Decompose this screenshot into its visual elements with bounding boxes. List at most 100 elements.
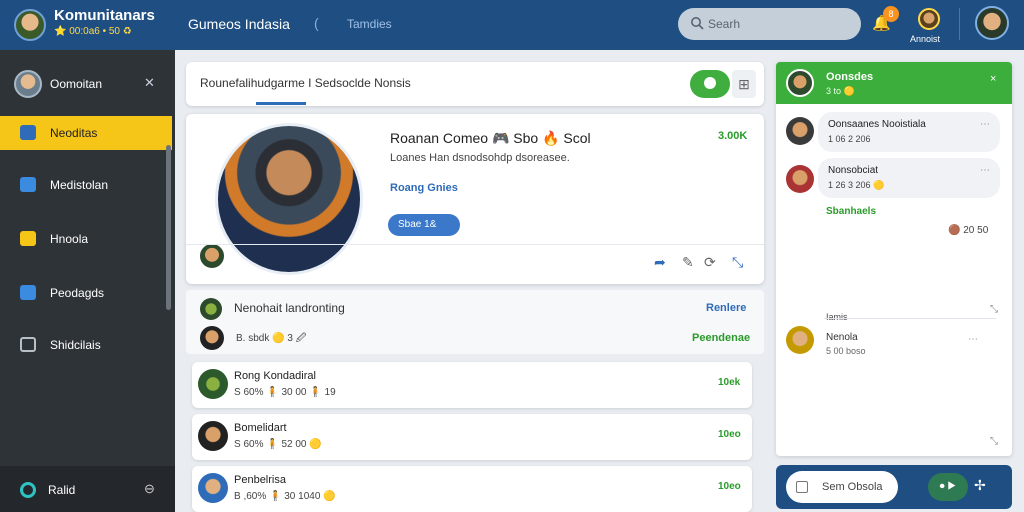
feed-link-peendenae[interactable]: Peendenae — [692, 332, 750, 344]
chat-avatar[interactable] — [786, 69, 814, 97]
brand-subtitle: ⭐ 00:0a6 • 50 ♻ — [54, 26, 132, 37]
message-meta: 1 06 2 206 — [828, 134, 871, 144]
post-count: 10eo — [718, 481, 741, 492]
share-icon[interactable]: ➦ — [654, 254, 666, 271]
post-avatar — [198, 369, 228, 399]
topbar-divider — [959, 8, 960, 40]
toggle-switch[interactable] — [690, 70, 730, 98]
user-label: Annoist — [910, 34, 941, 44]
message-meta: 1 26 3 206 🟡 — [828, 180, 885, 190]
search-icon — [20, 482, 36, 498]
small-avatar[interactable] — [198, 242, 226, 270]
search-input[interactable]: Searh — [678, 8, 861, 40]
blocks-icon — [20, 285, 36, 300]
message-bubble[interactable]: Oonsaanes Nooistiala 1 06 2 206 ⋯ — [818, 112, 1000, 152]
sidebar-item-label: Neoditas — [50, 126, 98, 140]
close-button[interactable]: × — [990, 73, 996, 85]
post-title: Rong Kondadiral — [234, 370, 316, 382]
toggle-knob — [704, 77, 716, 89]
search-icon — [691, 17, 704, 30]
news-icon — [20, 125, 36, 140]
page-title[interactable]: Gumeos Indasia — [188, 16, 290, 32]
settings-icon[interactable]: ⊖ — [144, 481, 155, 497]
chat-section-label: Iamis — [826, 312, 848, 322]
sidebar-user-name: Oomoitan — [50, 77, 103, 91]
profile-meta: Loanes Han dsnodsohdp dsoreasee. — [390, 152, 570, 164]
title-divider: ( — [314, 15, 319, 31]
feed-avatar-secondary[interactable] — [200, 326, 224, 350]
chat-divider — [824, 318, 996, 319]
post-avatar — [198, 421, 228, 451]
more-icon[interactable]: ⋯ — [980, 119, 990, 130]
chat-name: Oonsdes — [826, 71, 874, 83]
brand-avatar[interactable] — [14, 9, 46, 41]
send-button[interactable]: ⏺ ▶ — [928, 473, 968, 501]
message-meta: 5 00 boso — [826, 346, 866, 356]
sidebar-footer-label: Ralid — [48, 483, 76, 497]
message-avatar[interactable] — [786, 117, 814, 145]
message-input[interactable]: Sem Obsola — [786, 471, 898, 503]
chat-green-label[interactable]: Sbanhaels — [826, 206, 876, 217]
profile-chip[interactable]: Sbae 1& — [388, 214, 460, 236]
send-icon[interactable]: ⤡ — [732, 254, 743, 271]
chat-input-bar: Sem Obsola ⏺ ▶ ✢ — [776, 465, 1012, 509]
divider — [186, 244, 764, 245]
message-placeholder: Sem Obsola — [822, 481, 883, 493]
tab-tamdies[interactable]: Tamdies — [347, 17, 392, 31]
sidebar-user-avatar[interactable] — [14, 70, 42, 98]
follower-count: 3.00K — [718, 130, 748, 142]
sidebar-item-shidcilais[interactable]: Shidcilais — [0, 328, 172, 362]
message-sender: Nenola — [826, 332, 858, 343]
sidebar-item-peodagds[interactable]: Peodagds — [0, 276, 172, 310]
chat-stat: 🟤 20 50 — [948, 225, 989, 236]
resize-icon[interactable]: ⤡ — [990, 436, 998, 447]
feed-link-renlere[interactable]: Renlere — [706, 302, 746, 314]
sidebar-item-label: Hnoola — [50, 232, 89, 246]
edit-icon[interactable]: ✎ — [682, 254, 694, 271]
more-icon[interactable]: ⋯ — [980, 165, 990, 176]
breadcrumb: Rounefalihudgarme I Sedsoclde Nonsis ⊞ — [186, 62, 764, 106]
add-icon[interactable]: ✢ — [974, 477, 986, 494]
more-icon[interactable]: ⋯ — [968, 334, 978, 345]
list-item[interactable]: Bomelidart S 60% 🧍 52 00 🟡 10eo — [192, 414, 752, 460]
profile-name: Roanan Comeo 🎮 Sbo 🔥 Scol — [390, 130, 591, 146]
post-title: Penbelrisa — [234, 474, 286, 486]
active-tab-indicator — [256, 102, 306, 105]
post-count: 10eo — [718, 429, 741, 440]
refresh-icon[interactable]: ⟳ — [704, 254, 716, 271]
sidebar-item-medistolan[interactable]: Medistolan — [0, 168, 172, 202]
message-avatar[interactable] — [786, 165, 814, 193]
close-icon[interactable]: ✕ — [144, 75, 155, 91]
hero-avatar[interactable] — [218, 126, 360, 272]
post-count: 10ek — [718, 377, 741, 388]
notification-badge: 8 — [883, 6, 899, 22]
message-bubble[interactable]: Nonsobciat 1 26 3 206 🟡 ⋯ — [818, 158, 1000, 198]
profile-card: Roanan Comeo 🎮 Sbo 🔥 Scol Loanes Han dsn… — [186, 114, 764, 284]
post-meta: S 60% 🧍 30 00 🧍 19 — [234, 387, 336, 398]
chat-panel: Oonsdes 3 to 🟡 × Oonsaanes Nooistiala 1 … — [776, 62, 1012, 456]
brand-title: Komunitanars — [54, 7, 155, 24]
profile-avatar[interactable] — [975, 6, 1009, 40]
sidebar-item-neoditas[interactable]: Neoditas — [0, 116, 172, 150]
sidebar-scrollbar[interactable] — [166, 145, 171, 310]
feed-avatar[interactable] — [200, 298, 222, 320]
list-item[interactable]: Rong Kondadiral S 60% 🧍 30 00 🧍 19 10ek — [192, 362, 752, 408]
post-title: Bomelidart — [234, 422, 287, 434]
breadcrumb-text[interactable]: Rounefalihudgarme I Sedsoclde Nonsis — [200, 76, 411, 90]
post-meta: S 60% 🧍 52 00 🟡 — [234, 439, 322, 450]
badge-icon — [20, 231, 36, 246]
add-button[interactable]: ⊞ — [732, 70, 756, 98]
sidebar: Oomoitan ✕ Neoditas Medistolan Hnoola Pe… — [0, 50, 175, 512]
resize-icon[interactable]: ⤡ — [990, 304, 998, 315]
user-avatar[interactable] — [918, 8, 940, 30]
sidebar-footer[interactable]: Ralid ⊖ — [0, 466, 175, 512]
message-sender: Nonsobciat — [828, 165, 879, 176]
sidebar-item-hnoola[interactable]: Hnoola — [0, 222, 172, 256]
list-item[interactable]: Penbelrisa B ,60% 🧍 30 1040 🟡 10eo — [192, 466, 752, 512]
sidebar-item-label: Peodagds — [50, 286, 105, 300]
top-bar: Komunitanars ⭐ 00:0a6 • 50 ♻ Gumeos Inda… — [0, 0, 1024, 50]
message-avatar[interactable] — [786, 326, 814, 354]
chat-status: 3 to 🟡 — [826, 86, 855, 96]
follow-link[interactable]: Roang Gnies — [390, 182, 458, 194]
chat-header: Oonsdes 3 to 🟡 × — [776, 62, 1012, 104]
